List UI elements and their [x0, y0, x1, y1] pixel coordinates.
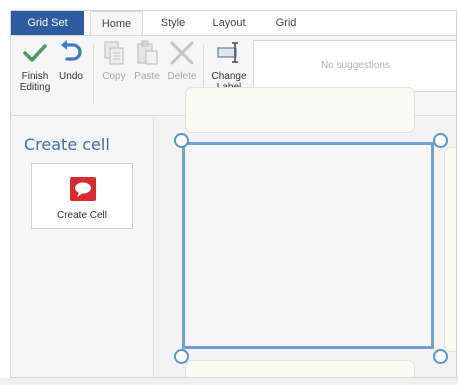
tab-bar: Grid Set Home Style Layout Grid: [11, 11, 456, 36]
resize-handle-top-left[interactable]: [174, 133, 189, 148]
grid-cell[interactable]: [444, 147, 456, 352]
tab-layout[interactable]: Layout: [206, 11, 252, 35]
resize-handle-bottom-left[interactable]: [174, 349, 189, 364]
finish-editing-label: Finish Editing: [19, 71, 51, 93]
tab-style[interactable]: Style: [151, 11, 195, 35]
copy-button[interactable]: Copy: [99, 40, 129, 82]
finish-editing-button[interactable]: Finish Editing: [17, 40, 53, 93]
paste-button[interactable]: Paste: [132, 40, 162, 82]
window-shadow: [0, 378, 458, 385]
delete-label: Delete: [167, 71, 197, 82]
grid-canvas[interactable]: [155, 87, 456, 377]
grid-cell[interactable]: [185, 87, 415, 133]
resize-handle-bottom-right[interactable]: [433, 349, 448, 364]
suggestions-placeholder: No suggestions: [321, 60, 390, 71]
paste-icon: [137, 40, 158, 65]
undo-arrow-icon: [61, 40, 82, 61]
checkmark-icon: [23, 44, 47, 62]
create-cell-label: Create Cell: [56, 210, 108, 221]
copy-label: Copy: [102, 71, 126, 82]
panel-title: Create cell: [24, 135, 110, 154]
create-cell-button[interactable]: Create Cell: [31, 163, 133, 229]
tab-grid-set[interactable]: Grid Set: [11, 11, 84, 35]
create-cell-panel: Create cell Create Cell: [11, 117, 154, 377]
label-edit-icon: [217, 42, 238, 63]
delete-button[interactable]: Delete: [165, 40, 199, 82]
resize-handle-top-right[interactable]: [433, 133, 448, 148]
grid-cell[interactable]: [185, 360, 415, 377]
app-window: Grid Set Home Style Layout Grid Finish E…: [10, 10, 457, 378]
tab-home[interactable]: Home: [90, 11, 143, 36]
suggestions-box[interactable]: No suggestions: [253, 40, 456, 92]
undo-label: Undo: [59, 71, 83, 82]
x-icon: [170, 41, 194, 65]
change-label-button[interactable]: Change Label: [207, 40, 251, 93]
tab-grid[interactable]: Grid: [269, 11, 303, 35]
copy-icon: [104, 41, 124, 65]
speech-bubble-icon: [70, 177, 96, 201]
ribbon-separator: [93, 44, 94, 104]
undo-button[interactable]: Undo: [57, 40, 85, 82]
selected-cell[interactable]: [182, 142, 434, 349]
paste-label: Paste: [134, 71, 160, 82]
